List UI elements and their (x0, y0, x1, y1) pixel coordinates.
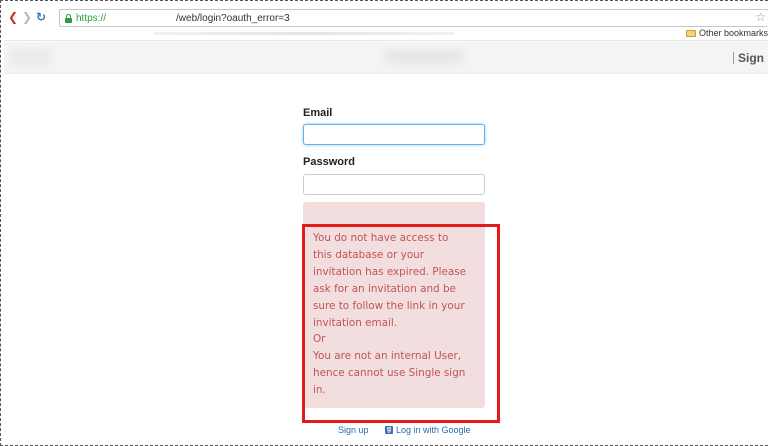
sign-up-link[interactable]: Sign up (338, 425, 369, 435)
url-scheme: https:// (76, 12, 107, 24)
star-icon[interactable]: ☆ (755, 10, 766, 24)
other-bookmarks[interactable]: Other bookmarks (685, 28, 768, 38)
lock-icon (64, 13, 73, 23)
other-bookmarks-label: Other bookmarks (698, 28, 768, 38)
app-header: Sign in (4, 42, 768, 74)
email-field[interactable] (303, 124, 485, 145)
header-blurred (384, 50, 464, 64)
header-divider (733, 52, 734, 64)
browser-toolbar: ❮ ❯ ↻ https:// /web/login?oauth_error=3 … (4, 8, 768, 27)
google-icon: g (385, 426, 393, 434)
reload-icon[interactable]: ↻ (34, 8, 48, 27)
annotation-highlight-box (302, 224, 500, 423)
bookmarks-bar: Other bookmarks (4, 27, 768, 41)
address-bar[interactable]: https:// /web/login?oauth_error=3 ☆ (59, 9, 768, 27)
password-field[interactable] (303, 174, 485, 195)
logo-blurred (10, 48, 50, 66)
back-arrow-icon[interactable]: ❮ (6, 8, 20, 27)
login-links: Sign up g Log in with Google (303, 424, 503, 438)
password-label: Password (303, 156, 355, 168)
google-login-link[interactable]: g Log in with Google (385, 425, 471, 435)
forward-arrow-icon[interactable]: ❯ (20, 8, 34, 27)
folder-icon (685, 29, 696, 37)
google-login-label: Log in with Google (396, 425, 471, 435)
email-label: Email (303, 107, 333, 119)
bookmarks-blurred (154, 32, 454, 35)
url-path: /web/login?oauth_error=3 (176, 12, 290, 24)
sign-in-link[interactable]: Sign in (738, 51, 766, 65)
